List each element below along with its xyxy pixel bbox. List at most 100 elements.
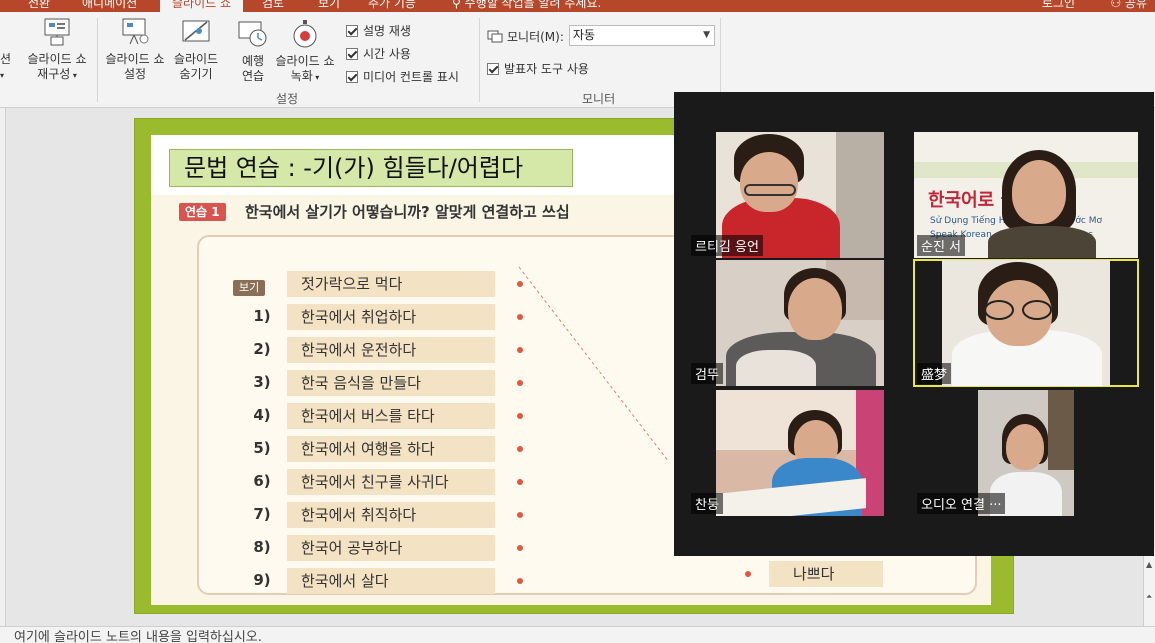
person-icon: ⚇ [1110, 0, 1125, 10]
rehearse-label-2: 연습 [241, 69, 265, 83]
group-separator [720, 18, 721, 102]
match-dot [517, 347, 523, 353]
presenter-view-checkbox[interactable]: 발표자 도구 사용 [487, 60, 589, 77]
participant-name: 순진 서 [917, 235, 966, 256]
share-button[interactable]: ⚇ 공유 [1110, 0, 1147, 12]
media-controls-label: 미디어 컨트롤 표시 [363, 70, 459, 84]
participant-name: 盛梦 [917, 363, 952, 384]
custom-show-button[interactable]: 슬라이드 쇼 재구성 ▾ [22, 16, 92, 83]
play-narration-label: 설명 재생 [363, 24, 411, 38]
exercise-item-phrase: 한국에서 취직하다 [287, 502, 495, 528]
exercise-item-phrase: 한국에서 취업하다 [287, 304, 495, 330]
checkbox-checked-icon [487, 62, 499, 75]
record-label-1: 슬라이드 쇼 [275, 54, 335, 68]
scroll-up-icon[interactable]: ▲ [1146, 560, 1152, 569]
setup-group-label: 설정 [276, 92, 299, 106]
exercise-item-phrase: 한국어 공부하다 [287, 535, 495, 561]
record-icon [293, 20, 317, 48]
match-dot [517, 281, 523, 287]
exercise-item-number: 3) [253, 373, 271, 391]
exercise-item-number: 8) [253, 538, 271, 556]
exercise-item-number: 9) [253, 571, 271, 589]
exercise-question: 한국에서 살기가 어떻습니까? 알맞게 연결하고 쓰십 [245, 203, 570, 221]
exercise-item-phrase: 한국에서 버스를 타다 [287, 403, 495, 429]
thumbnail-pane-edge[interactable] [0, 108, 6, 626]
exercise-item-number: 1) [253, 307, 271, 325]
match-dot [517, 545, 523, 551]
custom-show-label-1: 슬라이드 쇼 [27, 52, 87, 66]
chevron-down-icon: ▼ [703, 30, 710, 40]
exercise-item-phrase: 한국에서 여행을 하다 [287, 436, 495, 462]
use-timings-checkbox[interactable]: 시간 사용 [346, 45, 411, 62]
participant-tile[interactable]: 검뚜 [688, 260, 912, 386]
tell-me-text: 수행할 작업을 알려 주세요. [464, 0, 602, 10]
slide-title[interactable]: 문법 연습 : -기(가) 힘들다/어렵다 [169, 149, 573, 187]
exercise-item-number: 7) [253, 505, 271, 523]
participant-name: 르티김 응언 [691, 235, 763, 256]
participant-name: 찬둥 [691, 493, 723, 514]
custom-show-icon [44, 18, 70, 46]
monitor-label-row: 모니터(M): [487, 28, 564, 45]
exercise-item-number: 5) [253, 439, 271, 457]
group-separator [97, 18, 98, 102]
media-controls-checkbox[interactable]: 미디어 컨트롤 표시 [346, 68, 459, 85]
exercise-item-number: 6) [253, 472, 271, 490]
share-label: 공유 [1124, 0, 1147, 10]
group-separator [479, 18, 480, 102]
exercise-item-phrase: 한국에서 운전하다 [287, 337, 495, 363]
participant-tile[interactable]: 오디오 연결 ··· [914, 390, 1138, 516]
notes-pane[interactable]: 여기에 슬라이드 노트의 내용을 입력하십시오. [0, 626, 1155, 643]
rehearse-timings-button[interactable]: 예행 연습 [234, 18, 272, 84]
monitor-icon [487, 30, 503, 42]
match-dot [517, 512, 523, 518]
setup-show-button[interactable]: 슬라이드 쇼 설정 [100, 16, 170, 82]
cutoff-label: 션 [0, 52, 12, 66]
notes-placeholder: 여기에 슬라이드 노트의 내용을 입력하십시오. [14, 630, 262, 643]
rehearse-icon [238, 21, 267, 47]
tell-me-search[interactable]: ⚲ 수행할 작업을 알려 주세요. [452, 0, 601, 12]
example-phrase: 젓가락으로 먹다 [287, 271, 495, 297]
match-dot [517, 446, 523, 452]
use-timings-label: 시간 사용 [363, 47, 411, 61]
monitor-select[interactable]: 자동 ▼ [569, 25, 715, 46]
participant-tile[interactable]: 찬둥 [688, 390, 912, 516]
setup-show-label-2: 설정 [123, 67, 147, 81]
participant-tile[interactable]: 르티김 응언 [688, 132, 912, 258]
video-feed [716, 260, 884, 386]
match-dot [517, 578, 523, 584]
match-dot [517, 380, 523, 386]
exercise-badge: 연습 1 [179, 203, 226, 221]
monitor-group-label: 모니터 [582, 92, 616, 106]
setup-show-label-1: 슬라이드 쇼 [105, 52, 165, 66]
participant-tile-active-speaker[interactable]: 盛梦 [913, 259, 1139, 387]
exercise-item-number: 2) [253, 340, 271, 358]
hide-slide-label-1: 슬라이드 [173, 52, 219, 66]
tab-transition[interactable]: 전환 [28, 0, 50, 12]
play-narration-checkbox[interactable]: 설명 재생 [346, 22, 411, 39]
video-feed [942, 260, 1110, 386]
scroll-double-up-icon[interactable]: ⏶ [1146, 592, 1152, 602]
participant-tile[interactable]: 한국어로 꿈을 이루 Sử Dụng Tiếng Hàn Thực Hiện Ư… [914, 132, 1138, 258]
tab-slideshow[interactable]: 슬라이드 쇼 [160, 0, 244, 12]
login-link[interactable]: 로그인 [1042, 0, 1075, 12]
hide-slide-button[interactable]: 슬라이드 숨기기 [168, 16, 224, 82]
checkbox-checked-icon [346, 24, 358, 37]
tab-view[interactable]: 보기 [318, 0, 340, 12]
record-show-button[interactable]: 슬라이드 쇼 녹화 ▾ [272, 18, 338, 85]
answer-phrase: 나쁘다 [769, 561, 883, 587]
match-dot [517, 314, 523, 320]
hide-slide-icon [182, 20, 210, 42]
ribbon-tab-bar: 전환 애니메이션 슬라이드 쇼 검토 보기 추가 기능 ⚲ 수행할 작업을 알려… [0, 0, 1155, 12]
video-conference-window[interactable]: 르티김 응언 한국어로 꿈을 이루 Sử Dụng Tiếng Hàn Thực… [674, 92, 1154, 556]
monitor-label: 모니터(M): [507, 30, 564, 44]
ribbon-cutoff-item[interactable]: 션▾ [0, 52, 14, 83]
custom-show-label-2: 재구성 [37, 67, 71, 81]
match-dot [517, 413, 523, 419]
tab-review[interactable]: 검토 [262, 0, 284, 12]
match-dot [745, 571, 751, 577]
rehearse-label-1: 예행 [241, 54, 265, 68]
tab-animation[interactable]: 애니메이션 [82, 0, 137, 12]
checkbox-checked-icon [346, 47, 358, 60]
match-dot [517, 479, 523, 485]
tab-addins[interactable]: 추가 기능 [368, 0, 416, 12]
